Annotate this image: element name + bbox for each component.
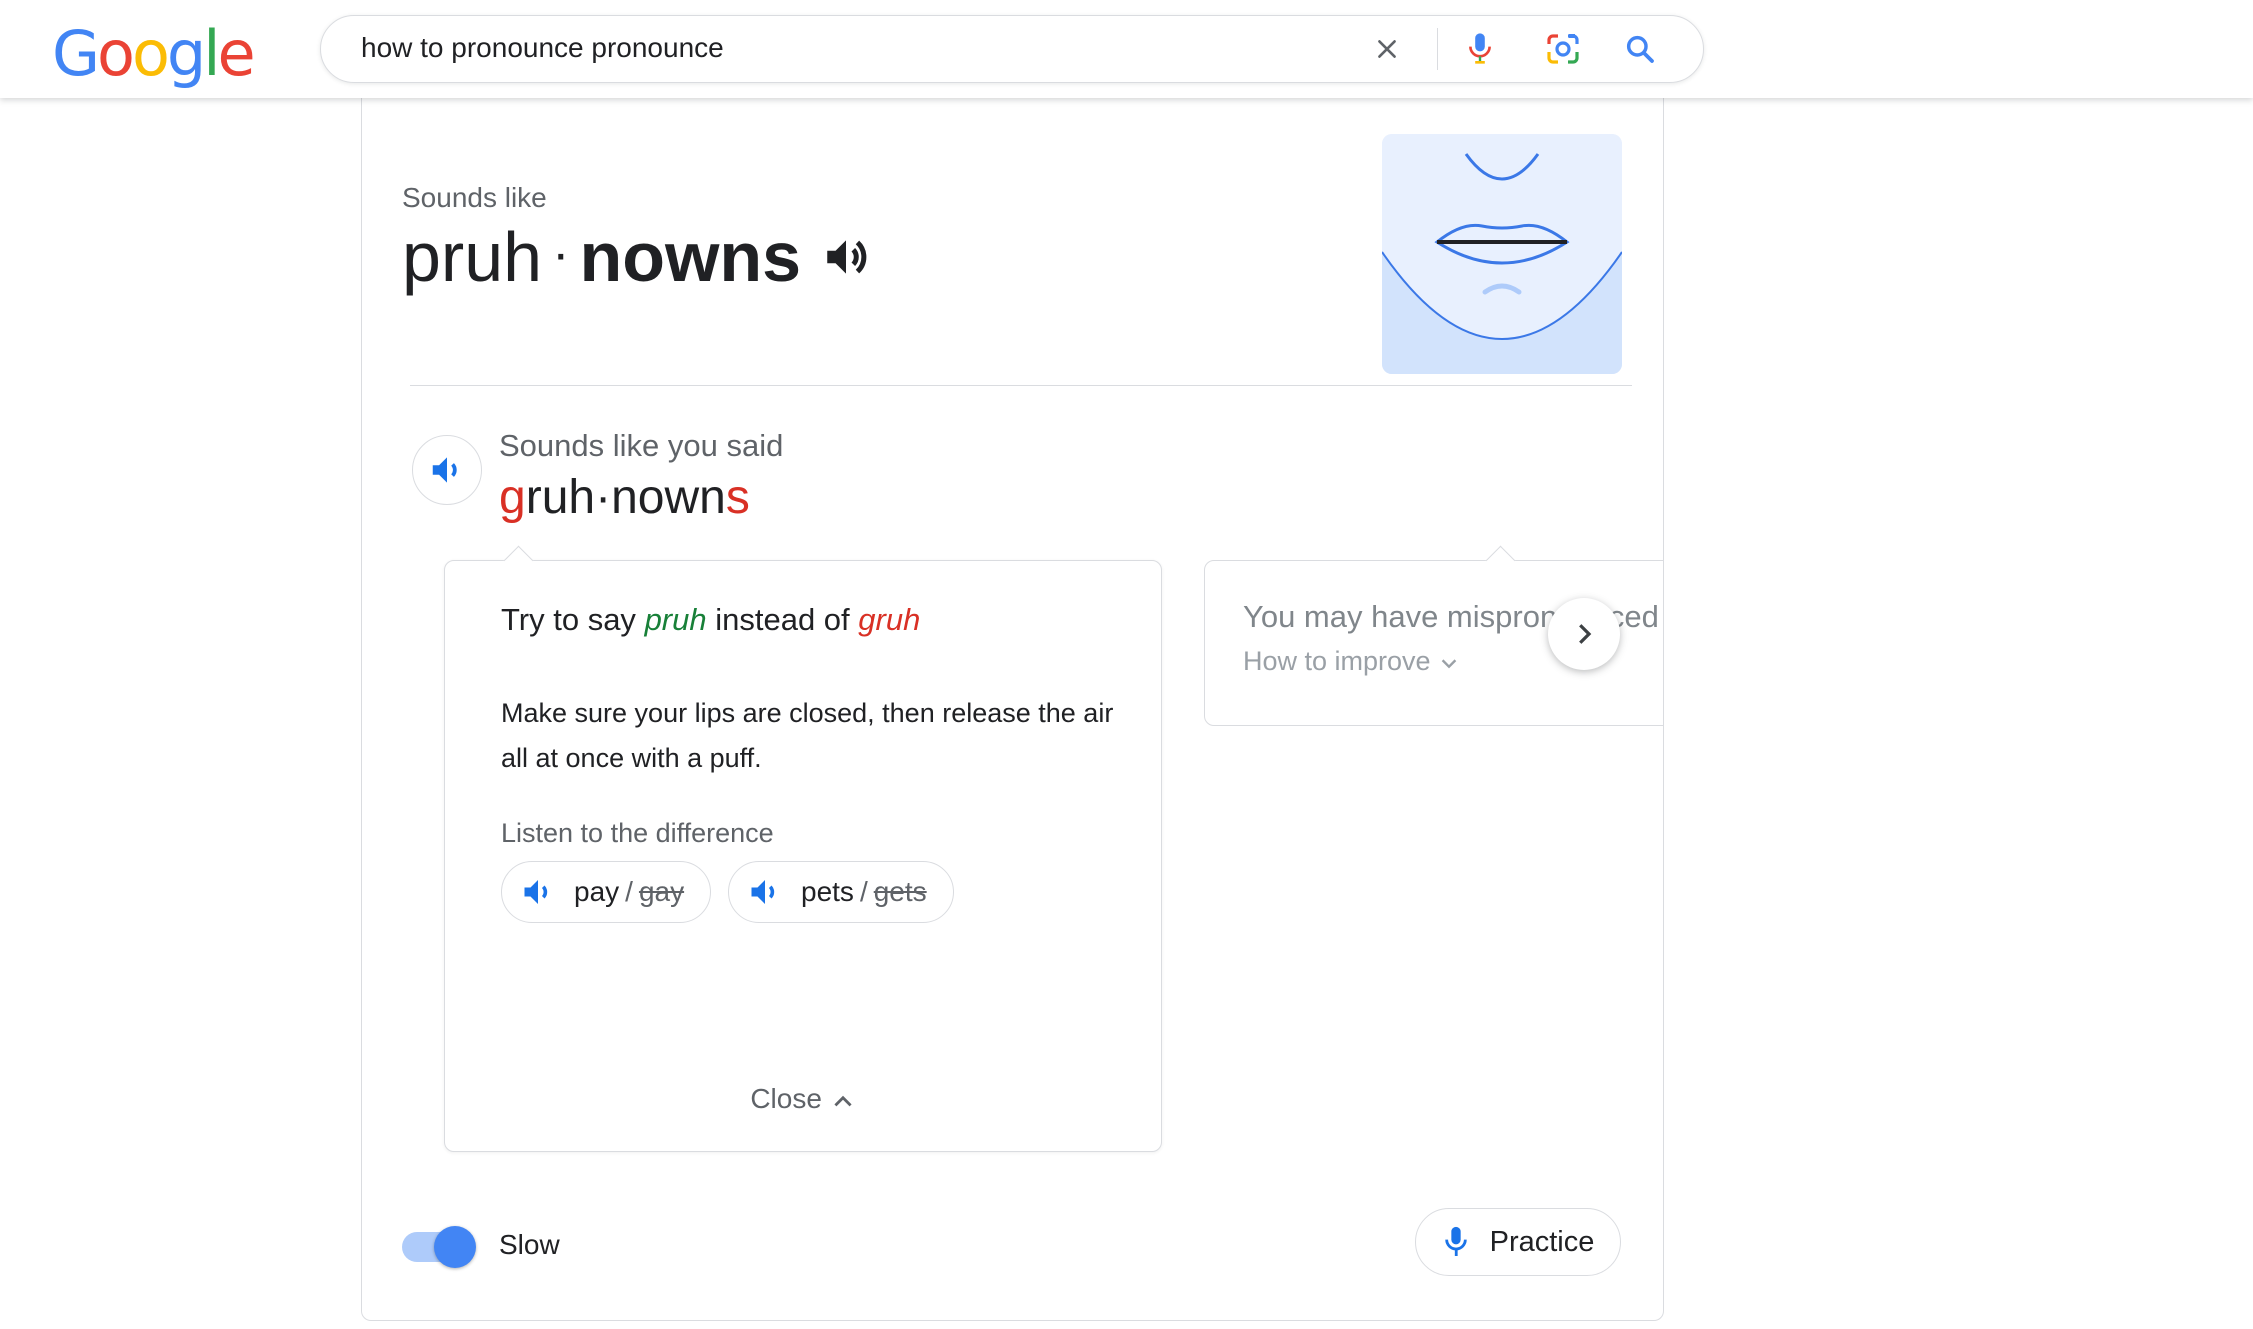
volume-icon [432, 457, 457, 483]
mouth-animation [1382, 134, 1622, 374]
lens-icon[interactable] [1543, 30, 1583, 68]
tip-card: Try to say pruh instead of gruh Make sur… [444, 545, 1162, 1152]
syllable: nown [611, 471, 726, 524]
mistaken-sound: gruh [858, 602, 921, 637]
how-to-improve-label: How to improve [1243, 646, 1431, 676]
tip-caret [1485, 545, 1516, 576]
volume-icon [751, 880, 775, 904]
error-sound: g [499, 471, 526, 524]
logo-letter: G [52, 17, 100, 90]
your-pronunciation: gruh·nowns [499, 468, 750, 528]
search-icon[interactable] [1621, 30, 1659, 68]
phonetic-spelling: pruh · nowns [402, 212, 801, 309]
search-divider [1437, 28, 1438, 70]
logo-letter: o [131, 17, 170, 90]
next-tip-button[interactable] [1548, 598, 1620, 670]
logo-letter: e [217, 17, 256, 90]
chip-separator: / [859, 876, 868, 907]
play-your-recording-button[interactable] [412, 435, 482, 505]
tip-title: Try to say pruh instead of gruh [501, 602, 920, 638]
logo-letter: g [166, 17, 206, 90]
chip-good-word: pay [574, 876, 620, 907]
chip-bad-word: gay [638, 876, 685, 907]
search-input[interactable]: how to pronounce pronounce [361, 32, 724, 64]
search-box[interactable]: how to pronounce pronounce [320, 15, 1704, 83]
practice-button[interactable]: Practice [1415, 1208, 1621, 1276]
syllable-separator: · [595, 471, 612, 524]
target-sound: pruh [644, 602, 707, 637]
chip-good-word: pets [801, 876, 854, 907]
volume-icon[interactable] [821, 232, 871, 287]
chevron-right-icon [1579, 624, 1592, 644]
logo-letter: o [97, 17, 135, 90]
mic-icon [1444, 1226, 1467, 1256]
error-sound: s [725, 471, 750, 524]
tip-caret [503, 545, 534, 576]
mic-icon[interactable] [1461, 30, 1499, 68]
chip-separator: / [625, 876, 633, 907]
volume-icon [524, 880, 548, 904]
chevron-up-icon [834, 1095, 852, 1106]
chevron-down-icon [1441, 659, 1457, 669]
practice-label: Practice [1489, 1225, 1595, 1258]
minimal-pair-chip-pay[interactable]: pay / gay [501, 861, 712, 923]
google-logo[interactable]: Google [52, 17, 256, 90]
how-to-improve-link[interactable]: How to improve [1243, 646, 1460, 677]
syllable: ruh [525, 471, 596, 524]
close-label: Close [750, 1083, 822, 1114]
chip-bad-word: gets [873, 876, 927, 907]
tip-instructions: Make sure your lips are closed, then rel… [501, 698, 1114, 773]
minimal-pair-chip-pets[interactable]: pets / gets [728, 861, 954, 923]
logo-letter: l [203, 17, 220, 90]
sounds-like-label: Sounds like [402, 182, 547, 213]
syllable-separator: · [552, 225, 570, 283]
syllable: pruh [402, 218, 543, 296]
close-button[interactable]: Close [445, 1083, 1161, 1115]
clear-icon[interactable] [1371, 33, 1403, 65]
tip-title-text: instead of [715, 602, 850, 637]
divider [410, 385, 1632, 386]
you-said-label: Sounds like you said [499, 428, 784, 463]
top-bar: Google how to pronounce pronounce [0, 0, 2253, 98]
slow-label: Slow [499, 1229, 560, 1260]
pronunciation-card: Sounds like pruh · nowns Sounds like you s… [361, 98, 1664, 1321]
stressed-syllable: nowns [579, 218, 802, 296]
listen-label: Listen to the difference [501, 818, 774, 848]
tip-title-text: Try to say [501, 602, 636, 637]
slow-toggle-knob[interactable] [434, 1226, 476, 1268]
